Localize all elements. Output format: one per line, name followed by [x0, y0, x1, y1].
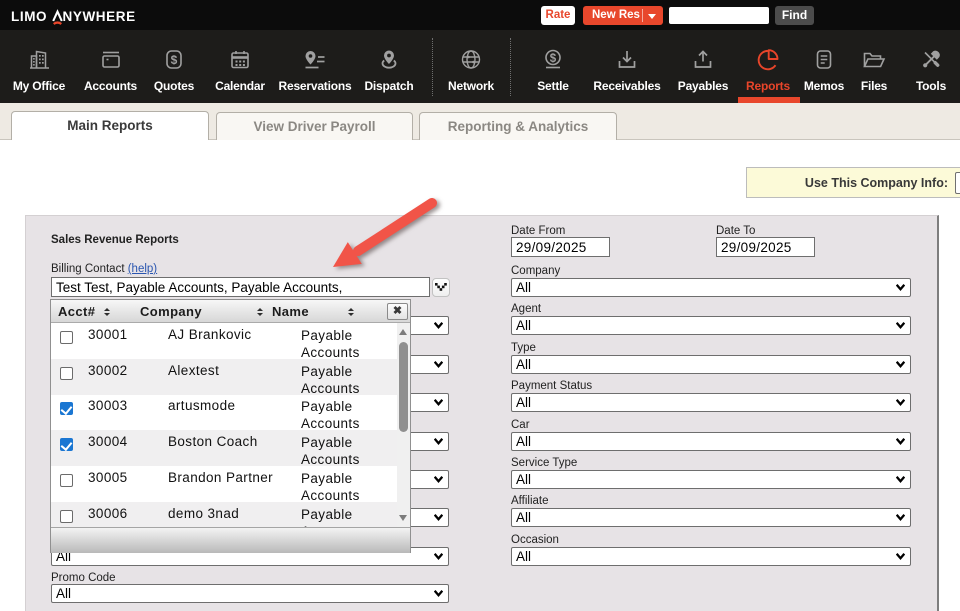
- svg-text:$: $: [550, 53, 557, 65]
